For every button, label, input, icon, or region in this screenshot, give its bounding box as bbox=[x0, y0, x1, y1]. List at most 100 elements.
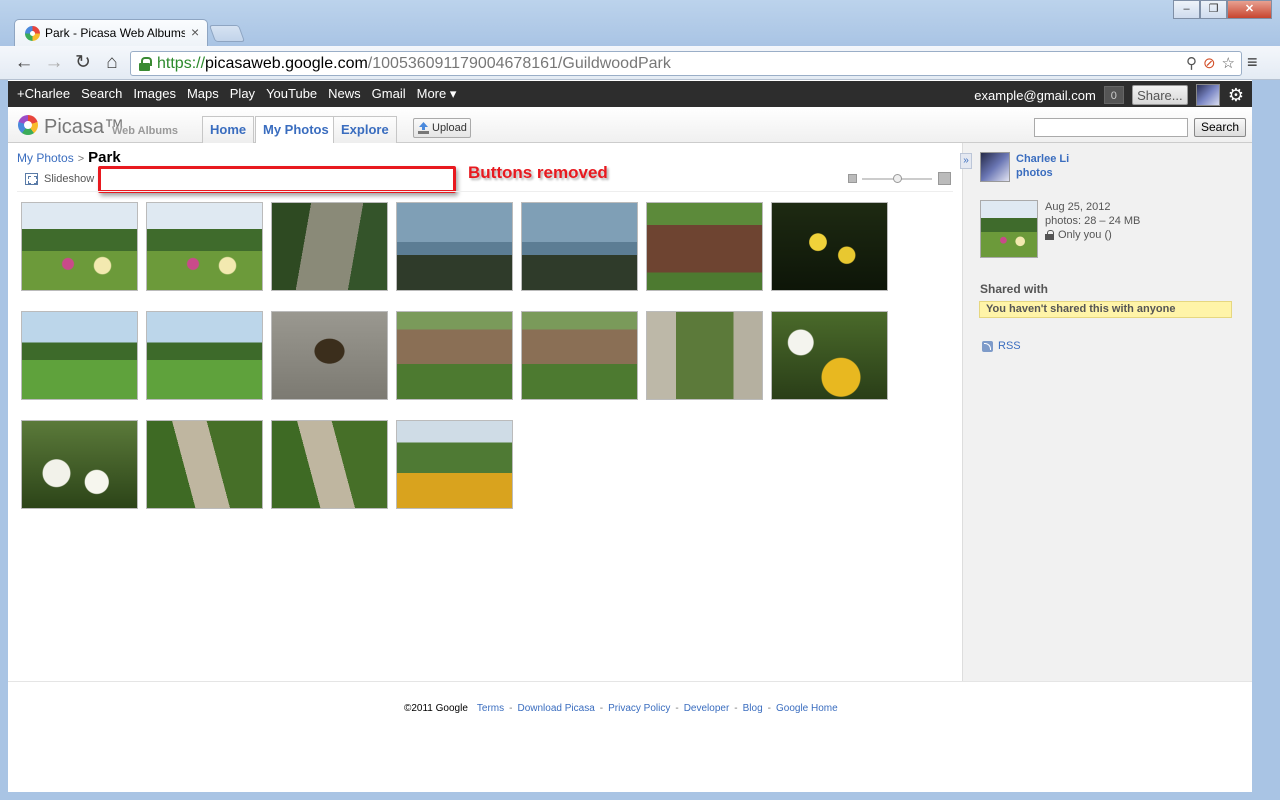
account-avatar[interactable] bbox=[1195, 84, 1220, 106]
browser-tab[interactable]: Park - Picasa Web Albums × bbox=[14, 19, 208, 46]
photo-thumbnail[interactable] bbox=[771, 311, 888, 400]
gear-icon[interactable]: ⚙ bbox=[1228, 85, 1244, 106]
lock-icon bbox=[1045, 230, 1054, 240]
upload-icon bbox=[418, 122, 429, 134]
minimize-button[interactable]: – bbox=[1173, 0, 1200, 19]
footer-separator: - bbox=[734, 703, 738, 714]
photo-thumbnail[interactable] bbox=[21, 202, 138, 291]
upload-button[interactable]: Upload bbox=[413, 118, 471, 138]
back-arrow-icon[interactable]: ← bbox=[12, 51, 36, 75]
photo-thumbnail[interactable] bbox=[271, 202, 388, 291]
notification-count[interactable]: 0 bbox=[1103, 86, 1124, 104]
reload-icon[interactable]: ↻ bbox=[71, 51, 95, 75]
window-frame-right bbox=[1252, 80, 1280, 792]
album-main: My Photos > Park Slideshow Buttons remov… bbox=[8, 143, 962, 681]
visibility-setting[interactable]: Only you () bbox=[1045, 228, 1140, 242]
tab-explore[interactable]: Explore bbox=[333, 116, 397, 143]
footer-link-developer[interactable]: Developer bbox=[684, 703, 730, 714]
share-button[interactable]: Share... bbox=[1131, 85, 1188, 105]
photo-thumbnail[interactable] bbox=[21, 420, 138, 509]
photo-thumbnail[interactable] bbox=[646, 311, 763, 400]
tab-title: Park - Picasa Web Albums bbox=[45, 26, 185, 40]
footer-separator: - bbox=[675, 703, 679, 714]
photo-thumbnail[interactable] bbox=[146, 311, 263, 400]
bookmark-star-icon[interactable]: ☆ bbox=[1222, 54, 1235, 72]
breadcrumb-separator: > bbox=[77, 153, 85, 165]
rss-link[interactable]: RSS bbox=[982, 340, 1021, 352]
album-photo-count: photos: 28 – 24 MB bbox=[1045, 215, 1141, 227]
slideshow-label: Slideshow bbox=[44, 173, 95, 185]
photo-thumbnail[interactable] bbox=[646, 202, 763, 291]
tab-my-photos[interactable]: My Photos bbox=[255, 116, 337, 144]
ssl-lock-icon bbox=[139, 57, 152, 71]
photo-thumbnail[interactable] bbox=[21, 311, 138, 400]
photo-thumbnail[interactable] bbox=[521, 311, 638, 400]
photo-thumbnail[interactable] bbox=[521, 202, 638, 291]
gbar-link-youtube[interactable]: YouTube bbox=[266, 86, 317, 102]
footer-link-blog[interactable]: Blog bbox=[743, 703, 763, 714]
owner-name-link[interactable]: Charlee Li bbox=[1016, 153, 1069, 165]
account-email[interactable]: example@gmail.com bbox=[974, 88, 1096, 103]
window-frame-bottom bbox=[0, 792, 1280, 800]
forward-arrow-icon[interactable]: → bbox=[42, 51, 66, 75]
window-titlebar: Park - Picasa Web Albums × – ❐ ✕ bbox=[0, 0, 1280, 46]
footer-link-google-home[interactable]: Google Home bbox=[776, 703, 838, 714]
footer-link-terms[interactable]: Terms bbox=[477, 703, 504, 714]
photo-thumbnail[interactable] bbox=[271, 311, 388, 400]
owner-photos-link[interactable]: photos bbox=[1016, 167, 1053, 179]
collapse-sidebar-icon[interactable]: » bbox=[960, 153, 972, 169]
gbar-link-plus[interactable]: +Charlee bbox=[17, 86, 70, 102]
gbar-link-gmail[interactable]: Gmail bbox=[372, 86, 406, 102]
footer-link-privacy[interactable]: Privacy Policy bbox=[608, 703, 670, 714]
rss-label: RSS bbox=[998, 340, 1021, 352]
photo-thumbnail[interactable] bbox=[146, 202, 263, 291]
window-controls: – ❐ ✕ bbox=[1173, 0, 1272, 19]
url-text[interactable]: https://picasaweb.google.com/10053609117… bbox=[157, 55, 671, 73]
breadcrumb-my-photos[interactable]: My Photos bbox=[17, 151, 74, 165]
photo-thumbnail[interactable] bbox=[396, 311, 513, 400]
shared-with-note: You haven't shared this with anyone bbox=[979, 301, 1232, 318]
shared-with-heading: Shared with bbox=[980, 282, 1049, 296]
small-thumbnail-icon[interactable] bbox=[848, 174, 857, 183]
home-icon[interactable]: ⌂ bbox=[100, 51, 124, 75]
search-button[interactable]: Search bbox=[1194, 118, 1246, 137]
search-input[interactable] bbox=[1034, 118, 1188, 137]
gbar-link-news[interactable]: News bbox=[328, 86, 361, 102]
slider-knob[interactable] bbox=[893, 174, 902, 183]
chrome-menu-icon[interactable]: ≡ bbox=[1247, 52, 1258, 73]
slideshow-icon bbox=[25, 173, 38, 185]
rss-icon bbox=[982, 340, 993, 352]
annotation-label: Buttons removed bbox=[468, 163, 608, 182]
slideshow-button[interactable]: Slideshow bbox=[25, 173, 94, 185]
large-thumbnail-icon[interactable] bbox=[938, 172, 951, 185]
browser-toolbar: ← → ↻ ⌂ https://picasaweb.google.com/100… bbox=[0, 46, 1280, 80]
url-path: /100536091179004678161/GuildwoodPark bbox=[367, 55, 671, 72]
footer-separator: - bbox=[767, 703, 771, 714]
google-bar-links: +Charlee Search Images Maps Play YouTube… bbox=[17, 86, 456, 102]
photo-thumbnail[interactable] bbox=[146, 420, 263, 509]
gbar-link-maps[interactable]: Maps bbox=[187, 86, 219, 102]
picasa-logo-icon[interactable] bbox=[18, 115, 38, 135]
new-tab-button[interactable] bbox=[208, 25, 246, 42]
thumbnail-size-slider[interactable] bbox=[846, 172, 954, 186]
gbar-link-more[interactable]: More ▾ bbox=[417, 86, 457, 102]
gbar-link-play[interactable]: Play bbox=[230, 86, 255, 102]
search-icon[interactable]: ⚲ bbox=[1186, 54, 1197, 72]
album-cover-thumbnail[interactable] bbox=[980, 200, 1038, 258]
gbar-link-search[interactable]: Search bbox=[81, 86, 122, 102]
maximize-button[interactable]: ❐ bbox=[1200, 0, 1227, 19]
photo-thumbnail[interactable] bbox=[396, 420, 513, 509]
album-title: Park bbox=[88, 149, 121, 166]
tab-home[interactable]: Home bbox=[202, 116, 255, 143]
gbar-link-images[interactable]: Images bbox=[133, 86, 176, 102]
blocked-icon[interactable]: ⊘ bbox=[1203, 54, 1216, 72]
photo-thumbnail[interactable] bbox=[771, 202, 888, 291]
footer-link-download[interactable]: Download Picasa bbox=[517, 703, 594, 714]
tab-close-icon[interactable]: × bbox=[191, 24, 199, 40]
photo-thumbnail[interactable] bbox=[271, 420, 388, 509]
address-bar[interactable]: https://picasaweb.google.com/10053609117… bbox=[130, 51, 1242, 76]
photo-thumbnail[interactable] bbox=[396, 202, 513, 291]
breadcrumb: My Photos > Park bbox=[17, 149, 121, 166]
owner-avatar[interactable] bbox=[980, 152, 1010, 182]
close-window-button[interactable]: ✕ bbox=[1227, 0, 1272, 19]
